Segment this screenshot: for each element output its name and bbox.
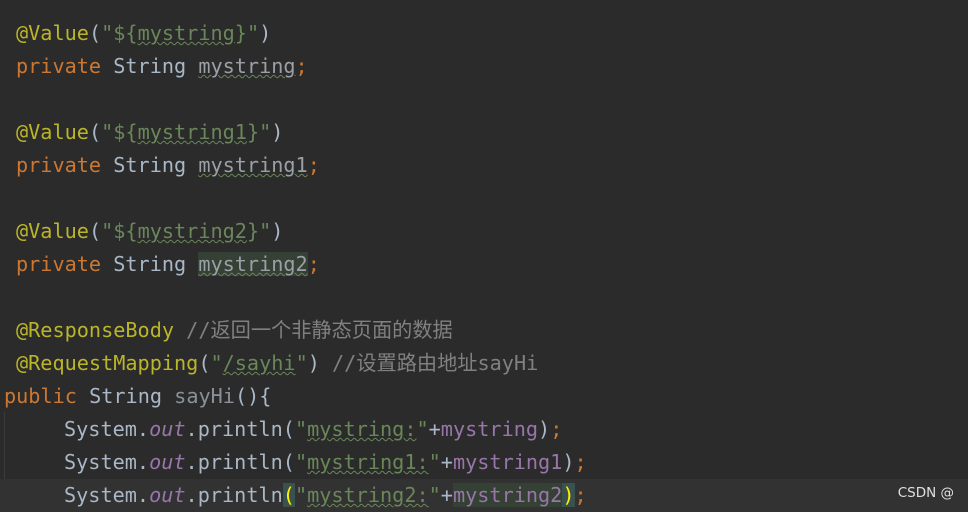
string-content: mystring: [307, 417, 417, 441]
semicolon: ; [295, 54, 308, 78]
comment-marker: // [319, 351, 357, 375]
string-content: mystring1: [307, 450, 429, 474]
code-line-1[interactable]: @Value("${mystring}") [16, 17, 968, 50]
string-literal-end: }" [246, 219, 272, 243]
code-line-2[interactable]: private String mystring; [16, 50, 968, 83]
string-quote: " [294, 483, 308, 507]
operator: + [440, 483, 453, 507]
annotation: @RequestMapping [16, 351, 199, 375]
csdn-watermark: CSDN @ [897, 485, 954, 501]
string-quote: " [416, 417, 429, 441]
class-ref: System. [64, 450, 150, 474]
semicolon: ; [307, 252, 320, 276]
type-name: String [76, 384, 175, 408]
code-line-15-current[interactable]: System.out.println("mystring2:"+mystring… [0, 479, 968, 512]
static-field: out [149, 417, 186, 441]
placeholder-name: mystring [137, 21, 235, 45]
string-literal-end: }" [234, 21, 260, 45]
code-line-13[interactable]: System.out.println("mystring:"+mystring)… [64, 413, 968, 446]
matched-paren: ( [282, 483, 295, 507]
paren: ) [307, 351, 320, 375]
paren: ) [271, 219, 284, 243]
string-quote: " [428, 450, 441, 474]
method-call: .println [185, 483, 283, 507]
field-ref: mystring [440, 417, 539, 441]
paren: ( [88, 219, 102, 243]
annotation: @Value [16, 219, 89, 243]
field-ref-highlighted: mystring2 [452, 483, 563, 507]
code-line-7[interactable]: @Value("${mystring2}") [16, 215, 968, 248]
matched-paren: ) [562, 483, 575, 507]
method-params: (){ [234, 384, 272, 408]
string-literal-end: }" [246, 120, 272, 144]
placeholder-name: mystring2 [137, 219, 247, 243]
paren: ) [259, 21, 272, 45]
class-ref: System. [64, 483, 150, 507]
operator: + [428, 417, 441, 441]
comment-tail: sayHi [477, 351, 539, 375]
code-line-12[interactable]: public String sayHi(){ [4, 380, 968, 413]
code-line-14[interactable]: System.out.println("mystring1:"+mystring… [64, 446, 968, 479]
code-line-11[interactable]: @RequestMapping("/sayhi") //设置路由地址sayHi [16, 347, 968, 380]
comment-marker: // [174, 318, 211, 342]
paren: ) [562, 450, 575, 474]
annotation: @ResponseBody [16, 318, 175, 342]
code-line-5[interactable]: private String mystring1; [16, 149, 968, 182]
semicolon: ; [307, 153, 320, 177]
string-literal: "${ [101, 120, 138, 144]
semicolon: ; [550, 417, 563, 441]
method-call: .println( [185, 417, 295, 441]
paren: ) [538, 417, 551, 441]
method-call: .println( [185, 450, 295, 474]
string-quote: " [295, 351, 308, 375]
paren: ( [88, 120, 102, 144]
type-name: String [101, 153, 199, 177]
code-line-10[interactable]: @ResponseBody //返回一个非静态页面的数据 [16, 314, 968, 347]
string-content: mystring2: [307, 483, 429, 507]
type-name: String [101, 252, 199, 276]
route-path: /sayhi [222, 351, 296, 375]
paren: ( [88, 21, 102, 45]
string-quote: " [294, 450, 308, 474]
paren: ( [198, 351, 211, 375]
field-name: mystring1 [198, 153, 308, 177]
code-line-4[interactable]: @Value("${mystring1}") [16, 116, 968, 149]
paren: ) [271, 120, 284, 144]
code-line-8[interactable]: private String mystring2; [16, 248, 968, 281]
code-editor[interactable]: @Value("${mystring}") private String mys… [0, 0, 968, 512]
class-ref: System. [64, 417, 150, 441]
type-name: String [101, 54, 199, 78]
operator: + [440, 450, 453, 474]
string-quote: " [210, 351, 223, 375]
keyword: public [4, 384, 77, 408]
annotation: @Value [16, 21, 89, 45]
string-literal: "${ [101, 21, 138, 45]
string-quote: " [428, 483, 441, 507]
method-name: sayHi [174, 384, 235, 408]
string-literal: "${ [101, 219, 138, 243]
keyword: private [16, 54, 102, 78]
static-field: out [149, 483, 186, 507]
comment-text: 返回一个非静态页面的数据 [210, 318, 453, 342]
static-field: out [149, 450, 186, 474]
placeholder-name: mystring1 [137, 120, 247, 144]
string-quote: " [294, 417, 308, 441]
comment-text: 设置路由地址 [356, 351, 478, 375]
annotation: @Value [16, 120, 89, 144]
semicolon: ; [574, 483, 587, 507]
keyword: private [16, 252, 102, 276]
field-name-highlighted: mystring2 [198, 252, 308, 276]
field-ref: mystring1 [452, 450, 563, 474]
semicolon: ; [574, 450, 587, 474]
field-name: mystring [198, 54, 296, 78]
keyword: private [16, 153, 102, 177]
